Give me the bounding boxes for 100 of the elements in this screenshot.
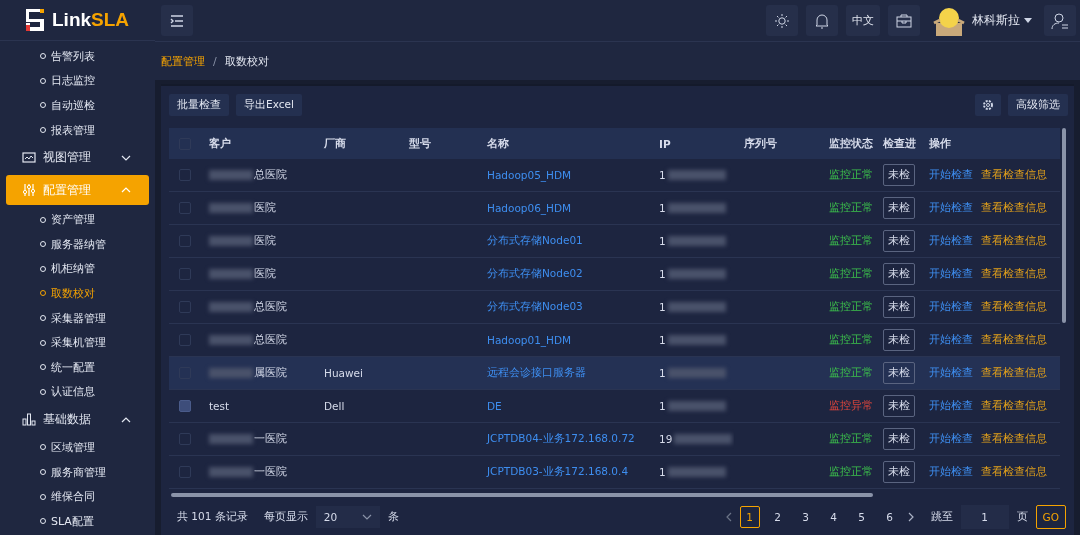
vertical-scrollbar[interactable] [1062, 128, 1066, 323]
view-check-info-link[interactable]: 查看检查信息 [981, 201, 1047, 215]
menu-group[interactable]: 基础数据 [6, 406, 149, 434]
device-name-link[interactable]: 分布式存储Node02 [487, 267, 583, 281]
blurred-text [667, 170, 726, 180]
column-header: 厂商 [324, 136, 346, 151]
row-checkbox[interactable] [179, 400, 191, 412]
go-button[interactable]: GO [1035, 505, 1066, 529]
row-checkbox[interactable] [179, 334, 191, 346]
device-name-link[interactable]: Hadoop06_HDM [487, 202, 572, 214]
table-cell: 医院 [254, 201, 276, 215]
menu-icon [170, 14, 184, 27]
toolbar-button[interactable]: 批量检查 [169, 94, 229, 116]
page-button[interactable]: 1 [739, 506, 760, 528]
status-text: 监控正常 [829, 333, 873, 347]
user-switch-icon [1051, 11, 1069, 30]
view-check-info-link[interactable]: 查看检查信息 [981, 267, 1047, 281]
menu-toggle-button[interactable] [161, 5, 193, 36]
row-checkbox[interactable] [179, 433, 191, 445]
menu-item[interactable]: SLA配置 [0, 508, 155, 534]
row-checkbox[interactable] [179, 169, 191, 181]
menu-item[interactable]: 维保合同 [0, 484, 155, 509]
start-check-link[interactable]: 开始检查 [929, 234, 973, 248]
table-cell: 1 [659, 334, 666, 346]
menu-item[interactable]: 告警列表 [0, 44, 155, 69]
table-cell: 1 [659, 235, 666, 247]
start-check-link[interactable]: 开始检查 [929, 366, 973, 380]
menu-group[interactable]: 视图管理 [6, 144, 149, 172]
advanced-filter-button[interactable]: 高级筛选 [1008, 94, 1068, 116]
column-header: 序列号 [744, 136, 777, 151]
row-checkbox[interactable] [179, 466, 191, 478]
menu-item[interactable]: 采集器管理 [0, 305, 155, 331]
bell-icon [815, 12, 829, 29]
device-name-link[interactable]: JCPTDB04-业务172.168.0.72 [487, 432, 635, 446]
horizontal-scrollbar[interactable] [171, 493, 873, 497]
page-input[interactable]: 1 [960, 505, 1009, 529]
row-checkbox[interactable] [179, 268, 191, 280]
switch-user-button[interactable] [1044, 5, 1076, 36]
page-size-select[interactable]: 20 [315, 506, 380, 528]
menu-item[interactable]: 资产管理 [0, 207, 155, 232]
status-text: 监控正常 [829, 300, 873, 314]
page-button[interactable]: 3 [795, 506, 816, 528]
start-check-link[interactable]: 开始检查 [929, 333, 973, 347]
start-check-link[interactable]: 开始检查 [929, 300, 973, 314]
menu-item[interactable]: 自动巡检 [0, 93, 155, 118]
check-progress-tag: 未检 [883, 395, 915, 417]
start-check-link[interactable]: 开始检查 [929, 432, 973, 446]
menu-item[interactable]: 统一配置 [0, 354, 155, 380]
start-check-link[interactable]: 开始检查 [929, 201, 973, 215]
settings-button[interactable] [975, 94, 1001, 116]
device-name-link[interactable]: 远程会诊接口服务器 [487, 366, 586, 380]
start-check-link[interactable]: 开始检查 [929, 465, 973, 479]
device-name-link[interactable]: JCPTDB03-业务172.168.0.4 [487, 465, 629, 479]
table-cell: Dell [324, 400, 345, 412]
menu-item[interactable]: 认证信息 [0, 379, 155, 405]
previous-page-icon[interactable] [724, 512, 732, 522]
menu-item[interactable]: 日志监控 [0, 68, 155, 94]
breadcrumb-item: 取数校对 [224, 53, 269, 69]
device-name-link[interactable]: Hadoop01_HDM [487, 334, 572, 346]
language-button[interactable]: 中文 [846, 5, 880, 36]
menu-item[interactable]: 采集机管理 [0, 330, 155, 355]
toolbar-button[interactable]: 导出Excel [236, 94, 302, 116]
page-button[interactable]: 5 [851, 506, 872, 528]
view-check-info-link[interactable]: 查看检查信息 [981, 333, 1047, 347]
menu-item[interactable]: 服务器纳管 [0, 231, 155, 257]
page-button[interactable]: 4 [823, 506, 844, 528]
view-check-info-link[interactable]: 查看检查信息 [981, 399, 1047, 413]
breadcrumb-item[interactable]: 配置管理 [161, 53, 205, 69]
table-cell: test [209, 400, 230, 412]
view-check-info-link[interactable]: 查看检查信息 [981, 234, 1047, 248]
view-check-info-link[interactable]: 查看检查信息 [981, 465, 1047, 479]
start-check-link[interactable]: 开始检查 [929, 267, 973, 281]
toolbox-button[interactable] [888, 5, 920, 36]
view-check-info-link[interactable]: 查看检查信息 [981, 432, 1047, 446]
page-button[interactable]: 2 [767, 506, 788, 528]
menu-item[interactable]: 取数校对 [0, 281, 155, 306]
view-check-info-link[interactable]: 查看检查信息 [981, 300, 1047, 314]
device-name-link[interactable]: DE [487, 400, 502, 412]
row-checkbox[interactable] [179, 235, 191, 247]
view-check-info-link[interactable]: 查看检查信息 [981, 366, 1047, 380]
device-name-link[interactable]: 分布式存储Node01 [487, 234, 583, 248]
row-checkbox[interactable] [179, 301, 191, 313]
start-check-link[interactable]: 开始检查 [929, 168, 973, 182]
row-checkbox[interactable] [179, 202, 191, 214]
theme-button[interactable] [766, 5, 798, 36]
menu-item[interactable]: 服务商管理 [0, 459, 155, 485]
check-progress-tag: 未检 [883, 461, 915, 483]
menu-item[interactable]: 区域管理 [0, 435, 155, 460]
start-check-link[interactable]: 开始检查 [929, 399, 973, 413]
device-name-link[interactable]: 分布式存储Node03 [487, 300, 583, 314]
user-name[interactable]: 林科斯拉 [972, 13, 1020, 28]
table-cell: 一医院 [254, 432, 287, 446]
notification-button[interactable] [806, 5, 838, 36]
next-page-icon[interactable] [907, 512, 915, 522]
menu-item[interactable]: 机柜纳管 [0, 256, 155, 282]
page-button[interactable]: 6 [879, 506, 900, 528]
view-check-info-link[interactable]: 查看检查信息 [981, 168, 1047, 182]
menu-item[interactable]: 报表管理 [0, 117, 155, 143]
table-row[interactable]: 属医院 Huawei 远程会诊接口服务器 1 监控正常 未检 开始检查 查看检查信息 [169, 357, 1060, 390]
device-name-link[interactable]: Hadoop05_HDM [487, 169, 572, 181]
